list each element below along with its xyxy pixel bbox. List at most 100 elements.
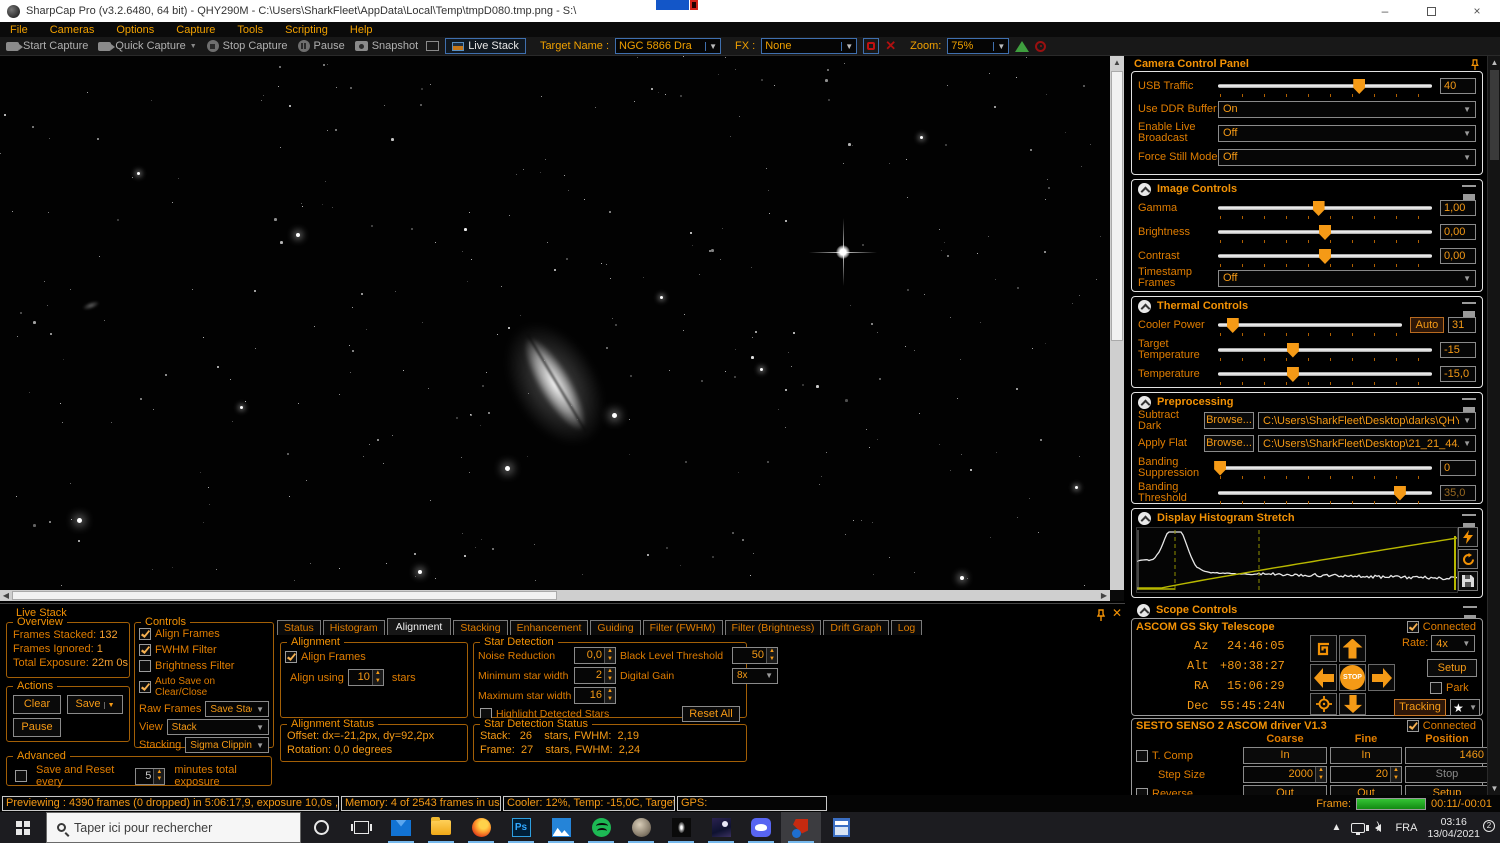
collapse-icon[interactable] [1137, 604, 1150, 617]
volume-icon[interactable] [1375, 824, 1381, 832]
noise-reduction-spinner[interactable]: 0,0▲▼ [574, 647, 616, 664]
scroll-up-arrow[interactable]: ▲ [1110, 56, 1124, 70]
cooler-auto-button[interactable]: Auto [1410, 317, 1444, 333]
target-name-combobox[interactable]: NGC 5866 Dra▼ [615, 38, 721, 54]
tab-status[interactable]: Status [277, 620, 321, 635]
auto-stretch-icon[interactable] [1015, 41, 1029, 52]
taskbar-photos[interactable] [541, 812, 581, 843]
clear-selection-icon[interactable]: ✕ [885, 38, 896, 54]
section-menu-icon[interactable] [1462, 398, 1476, 407]
flat-path-dropdown[interactable]: C:\Users\SharkFleet\Desktop\21_21_44.fit… [1258, 435, 1476, 452]
save-reset-checkbox[interactable] [15, 770, 27, 782]
goto-target-button[interactable] [1310, 693, 1337, 715]
cortana-button[interactable] [301, 812, 341, 843]
tab-histogram[interactable]: Histogram [323, 620, 385, 635]
close-button[interactable]: × [1454, 0, 1500, 22]
menu-file[interactable]: File [10, 24, 28, 36]
brightness-filter-checkbox[interactable] [139, 660, 151, 672]
reset-all-button[interactable]: Reset All [682, 706, 740, 722]
menu-capture[interactable]: Capture [176, 24, 215, 36]
save-stretch-button[interactable] [1458, 571, 1478, 591]
tcomp-checkbox[interactable] [1136, 750, 1148, 762]
view-dropdown[interactable]: Stack▼ [167, 719, 269, 735]
reset-stretch-button[interactable] [1458, 549, 1478, 569]
collapse-icon[interactable] [1138, 512, 1151, 525]
collapse-icon[interactable] [1138, 396, 1151, 409]
display-icon[interactable] [426, 41, 439, 51]
minimize-button[interactable]: – [1362, 0, 1408, 22]
vscroll-thumb[interactable] [1111, 71, 1123, 341]
section-menu-icon[interactable] [1462, 514, 1476, 523]
taskbar-sharpcap[interactable] [781, 812, 821, 843]
close-panel-icon[interactable]: ✕ [1112, 606, 1122, 620]
collapse-icon[interactable] [1138, 183, 1151, 196]
temperature-slider[interactable] [1218, 372, 1432, 376]
scope-setup-button[interactable]: Setup [1427, 659, 1477, 677]
dark-path-dropdown[interactable]: C:\Users\SharkFleet\Desktop\darks\QHY290… [1258, 412, 1476, 429]
contrast-slider[interactable] [1218, 254, 1432, 258]
tab-filter-fwhm[interactable]: Filter (FWHM) [643, 620, 723, 635]
fwhm-filter-checkbox[interactable] [139, 644, 151, 656]
dark-browse-button[interactable]: Browse... [1204, 412, 1254, 429]
pin-icon[interactable] [1470, 59, 1480, 70]
flat-browse-button[interactable]: Browse... [1204, 435, 1254, 452]
reset-minutes-spinner[interactable]: 5▲▼ [135, 768, 165, 785]
banding-threshold-value[interactable]: 35,0 [1440, 485, 1476, 501]
histogram-display[interactable] [1136, 527, 1458, 593]
horizontal-scrollbar[interactable]: ◀ ▶ [0, 590, 1110, 601]
fine-step-spinner[interactable]: 20▲▼ [1330, 766, 1402, 783]
min-star-width-spinner[interactable]: 2▲▼ [574, 667, 616, 684]
save-dropdown-arrow[interactable]: ▼ [104, 702, 115, 709]
taskbar-discord[interactable] [741, 812, 781, 843]
scroll-right-arrow[interactable]: ▶ [1098, 590, 1110, 601]
usb-traffic-value[interactable]: 40 [1440, 78, 1476, 94]
taskbar-search[interactable]: Taper ici pour rechercher [46, 812, 301, 843]
stop-capture-button[interactable]: Stop Capture [205, 40, 290, 52]
max-star-width-spinner[interactable]: 16▲▼ [574, 687, 616, 704]
taskbar-spotify[interactable] [581, 812, 621, 843]
section-menu-icon[interactable] [1463, 606, 1477, 615]
maximize-button[interactable] [1408, 0, 1454, 22]
coarse-in-button[interactable]: In [1243, 747, 1327, 764]
snapshot-button[interactable]: Snapshot [353, 40, 420, 52]
ddr-dropdown[interactable]: On▼ [1218, 101, 1476, 118]
auto-stretch-button[interactable] [1458, 527, 1478, 547]
pin-icon[interactable] [1096, 609, 1106, 621]
usb-traffic-slider[interactable] [1218, 84, 1432, 88]
language-indicator[interactable]: FRA [1395, 822, 1417, 834]
fine-in-button[interactable]: In [1330, 747, 1402, 764]
taskbar-firefox[interactable] [461, 812, 501, 843]
panel-scroll-thumb[interactable] [1490, 70, 1499, 160]
gamma-value[interactable]: 1,00 [1440, 200, 1476, 216]
zoom-combobox[interactable]: 75%▼ [947, 38, 1009, 54]
target-temp-value[interactable]: -15 [1440, 342, 1476, 358]
taskbar-clock[interactable]: 03:16 13/04/2021 [1427, 816, 1480, 840]
panel-scroll-down[interactable]: ▼ [1488, 782, 1500, 795]
pause-button[interactable]: Pause [296, 40, 347, 52]
tab-filter-brightness[interactable]: Filter (Brightness) [725, 620, 822, 635]
slew-right-button[interactable] [1368, 664, 1395, 691]
tab-enhancement[interactable]: Enhancement [510, 620, 589, 635]
slider-thumb[interactable] [1353, 79, 1365, 94]
spiral-search-button[interactable] [1310, 635, 1337, 662]
collapse-icon[interactable] [1138, 300, 1151, 313]
telescope-connected-checkbox[interactable] [1407, 621, 1419, 633]
tracking-button[interactable]: Tracking [1394, 699, 1446, 716]
tray-expand-icon[interactable]: ▲ [1332, 822, 1342, 833]
menu-options[interactable]: Options [116, 24, 154, 36]
clear-button[interactable]: Clear [13, 695, 61, 714]
stacking-dropdown[interactable]: Sigma Clipping▼ [185, 737, 269, 753]
fx-combobox[interactable]: None▼ [761, 38, 857, 54]
slew-left-button[interactable] [1310, 664, 1337, 691]
slider-thumb[interactable] [1319, 249, 1331, 264]
still-mode-dropdown[interactable]: Off▼ [1218, 149, 1476, 166]
broadcast-dropdown[interactable]: Off▼ [1218, 125, 1476, 142]
contrast-value[interactable]: 0,00 [1440, 248, 1476, 264]
start-button[interactable] [0, 812, 46, 843]
focuser-stop-button[interactable]: Stop [1405, 766, 1489, 783]
cooler-power-slider[interactable] [1218, 323, 1402, 327]
coarse-step-spinner[interactable]: 2000▲▼ [1243, 766, 1327, 783]
park-checkbox[interactable] [1430, 682, 1442, 694]
reticle-icon[interactable] [1035, 41, 1046, 52]
slider-thumb[interactable] [1313, 201, 1325, 216]
